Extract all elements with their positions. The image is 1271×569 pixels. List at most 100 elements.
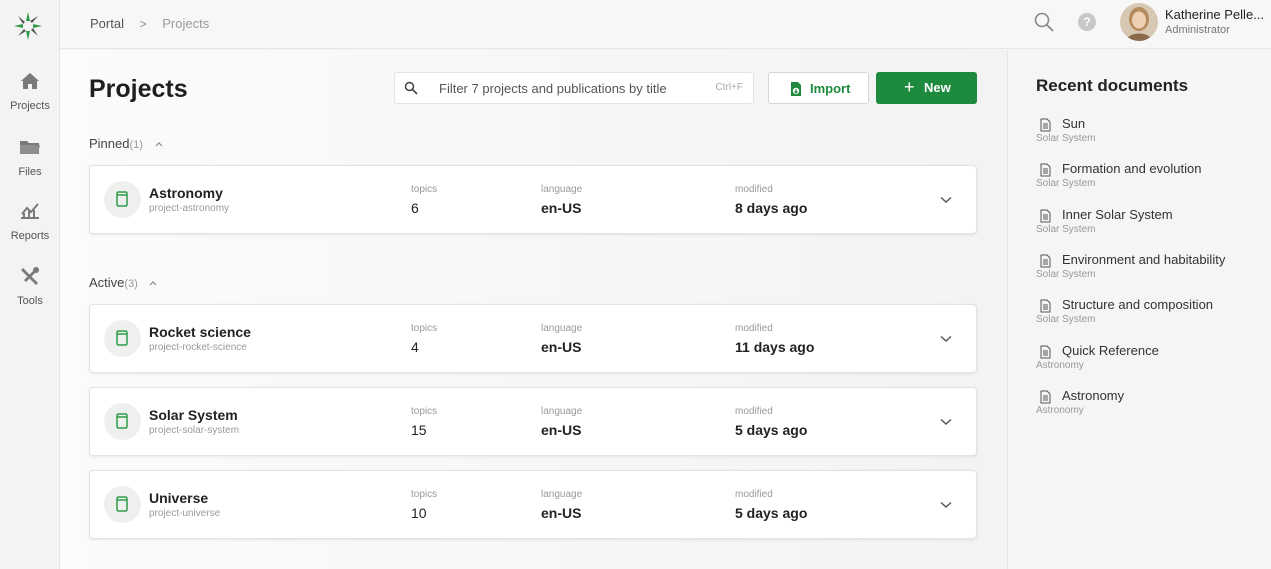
filter-box[interactable]: Ctrl+F: [394, 72, 754, 104]
user-name[interactable]: Katherine Pelle...: [1165, 7, 1264, 22]
shortcut-hint: Ctrl+F: [715, 82, 744, 93]
project-slug: project-universe: [149, 508, 221, 519]
topics-value: 15: [411, 422, 427, 438]
topics-label: topics: [411, 184, 438, 195]
filter-input[interactable]: [439, 73, 699, 103]
search-icon[interactable]: [1033, 11, 1055, 33]
section-count: (3): [124, 278, 138, 290]
chevron-up-icon: [155, 142, 162, 147]
nav-label-files: Files: [18, 166, 42, 178]
modified-label: modified: [735, 489, 773, 500]
plus-icon: +: [904, 77, 915, 97]
chevron-down-icon[interactable]: [940, 501, 952, 509]
project-slug: project-rocket-science: [149, 342, 247, 353]
section-label: Active: [89, 275, 125, 290]
search-icon: [404, 81, 418, 95]
document-icon: [1040, 118, 1051, 132]
doc-title: Astronomy: [1062, 388, 1125, 403]
nav-item-files[interactable]: Files: [0, 136, 60, 178]
breadcrumb-current: Projects: [162, 16, 210, 31]
top-bar: Portal > Projects ? Katherine Pelle... A…: [60, 0, 1271, 49]
recent-documents-title: Recent documents: [1036, 76, 1189, 95]
section-active-header[interactable]: Active(3): [89, 275, 157, 290]
project-card-solar-system[interactable]: Solar System project-solar-system topics…: [89, 387, 977, 456]
help-icon[interactable]: ?: [1078, 13, 1096, 31]
chart-icon: [21, 203, 39, 219]
doc-project: Astronomy: [1036, 360, 1084, 371]
project-icon: [104, 320, 141, 357]
tools-icon: [21, 267, 39, 285]
project-card-universe[interactable]: Universe project-universe topics 10 lang…: [89, 470, 977, 539]
chevron-down-icon[interactable]: [940, 418, 952, 426]
nav-label-reports: Reports: [10, 230, 50, 242]
modified-value: 5 days ago: [735, 505, 808, 521]
language-value: en-US: [541, 339, 582, 355]
home-icon: [21, 73, 39, 89]
modified-value: 5 days ago: [735, 422, 808, 438]
language-label: language: [541, 323, 583, 334]
language-label: language: [541, 184, 583, 195]
language-label: language: [541, 406, 583, 417]
recent-documents-panel: Recent documents Sun Solar System Format…: [1007, 50, 1271, 569]
doc-project: Solar System: [1036, 269, 1096, 280]
chevron-up-icon: [150, 281, 157, 286]
left-nav: Projects Files Reports Tools: [0, 0, 60, 569]
doc-project: Astronomy: [1036, 405, 1084, 416]
doc-project: Solar System: [1036, 314, 1096, 325]
project-slug: project-solar-system: [149, 425, 240, 436]
project-card-rocket-science[interactable]: Rocket science project-rocket-science to…: [89, 304, 977, 373]
section-label: Pinned: [89, 136, 130, 151]
project-name: Solar System: [149, 407, 238, 423]
modified-label: modified: [735, 406, 773, 417]
document-icon: [1040, 209, 1051, 223]
modified-value: 8 days ago: [735, 200, 808, 216]
document-icon: [1040, 345, 1051, 359]
nav-label-tools: Tools: [17, 295, 43, 307]
document-icon: [1040, 390, 1051, 404]
nav-item-reports[interactable]: Reports: [0, 200, 60, 242]
doc-title: Quick Reference: [1062, 343, 1159, 358]
topics-value: 4: [411, 339, 419, 355]
doc-title: Inner Solar System: [1062, 207, 1173, 222]
breadcrumb-portal[interactable]: Portal: [90, 16, 124, 31]
doc-project: Solar System: [1036, 224, 1096, 235]
nav-label-projects: Projects: [10, 100, 50, 112]
language-value: en-US: [541, 422, 582, 438]
topics-label: topics: [411, 406, 438, 417]
doc-title: Sun: [1062, 116, 1086, 131]
project-icon: [104, 486, 141, 523]
chevron-down-icon[interactable]: [940, 335, 952, 343]
language-value: en-US: [541, 505, 582, 521]
nav-item-projects[interactable]: Projects: [0, 70, 60, 112]
folder-icon: [20, 141, 40, 154]
user-role: Administrator: [1165, 24, 1230, 36]
topics-value: 6: [411, 200, 419, 216]
modified-value: 11 days ago: [735, 339, 815, 355]
main-content: Projects Ctrl+F Import + New Pinned(1) A…: [60, 50, 1007, 569]
app-logo[interactable]: [12, 10, 44, 42]
project-name: Astronomy: [149, 185, 223, 201]
document-icon: [1040, 254, 1051, 268]
doc-title: Formation and evolution: [1062, 161, 1202, 176]
chevron-down-icon[interactable]: [940, 196, 952, 204]
breadcrumb-separator: >: [139, 17, 147, 31]
doc-project: Solar System: [1036, 178, 1096, 189]
new-button[interactable]: + New: [876, 72, 977, 104]
section-count: (1): [129, 139, 143, 151]
avatar[interactable]: [1120, 3, 1158, 41]
project-icon: [104, 181, 141, 218]
doc-project: Solar System: [1036, 133, 1096, 144]
project-name: Universe: [149, 490, 209, 506]
nav-item-tools[interactable]: Tools: [0, 265, 60, 307]
import-button[interactable]: Import: [768, 72, 869, 104]
new-label: New: [924, 80, 951, 95]
project-card-astronomy[interactable]: Astronomy project-astronomy topics 6 lan…: [89, 165, 977, 234]
language-label: language: [541, 489, 583, 500]
section-pinned-header[interactable]: Pinned(1): [89, 136, 163, 151]
modified-label: modified: [735, 323, 773, 334]
topics-value: 10: [411, 505, 427, 521]
doc-title: Structure and composition: [1062, 297, 1214, 312]
page-title: Projects: [89, 75, 188, 103]
doc-title: Environment and habitability: [1062, 252, 1226, 267]
import-icon: [791, 82, 801, 96]
